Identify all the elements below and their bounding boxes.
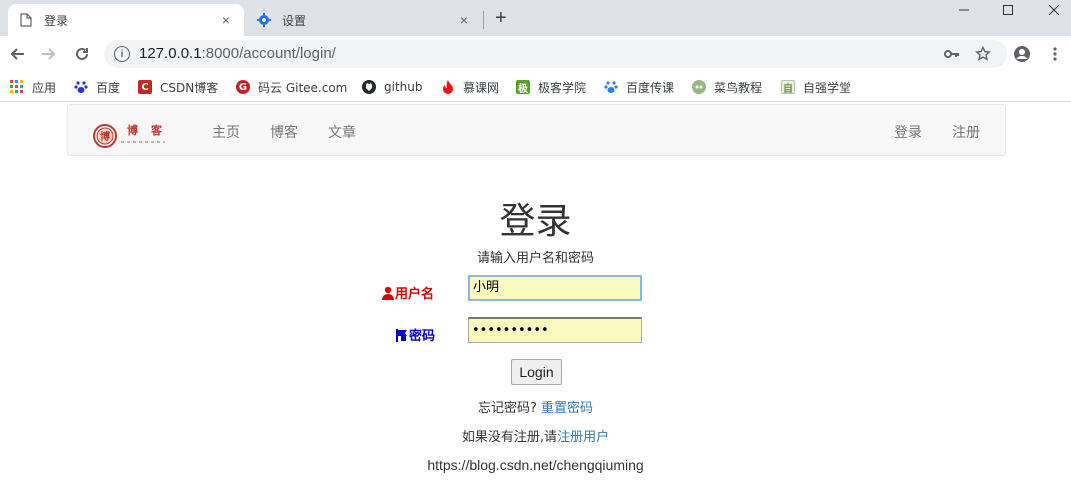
gitee-icon: G — [236, 80, 250, 94]
user-icon — [382, 286, 394, 300]
close-window-button[interactable] — [1031, 0, 1071, 20]
bookmark-imooc[interactable]: 慕课网 — [441, 78, 499, 96]
tab-settings[interactable]: 设置 × — [246, 4, 482, 36]
reload-button[interactable] — [71, 43, 93, 65]
bookmark-label: github — [384, 80, 423, 94]
jikexueyuan-icon: 极 — [516, 80, 530, 95]
apps-icon — [10, 80, 24, 94]
profile-avatar-icon[interactable] — [1012, 44, 1032, 64]
ziqiang-icon: 自 — [781, 80, 795, 95]
nav-article[interactable]: 文章 — [328, 122, 356, 142]
nav-login[interactable]: 登录 — [894, 122, 922, 142]
back-arrow-icon — [10, 48, 24, 60]
bookmark-github[interactable]: github — [362, 78, 422, 96]
minimize-button[interactable] — [941, 0, 987, 20]
source-url-note: https://blog.csdn.net/chengqiuming — [427, 457, 644, 473]
brand-logo[interactable]: 博 博 客 — [93, 120, 168, 152]
svg-text:客: 客 — [150, 123, 163, 137]
gear-icon — [256, 12, 272, 28]
forgot-text: 忘记密码? — [477, 401, 537, 416]
password-label: 密码 — [395, 325, 435, 344]
svg-text:博: 博 — [100, 130, 110, 143]
password-flag-icon — [396, 328, 407, 342]
star-bookmark-icon[interactable] — [973, 44, 993, 64]
key-icon[interactable] — [942, 44, 962, 64]
nav-blog[interactable]: 博客 — [270, 122, 298, 142]
register-line: 如果没有注册,请注册用户 — [0, 426, 1071, 445]
login-button[interactable]: Login — [511, 359, 562, 385]
bookmark-label: 百度 — [96, 80, 121, 95]
bookmark-baidu[interactable]: 百度 — [74, 78, 120, 96]
reset-password-link[interactable]: 重置密码 — [541, 401, 593, 416]
flame-icon — [441, 80, 455, 94]
info-icon[interactable]: i — [114, 46, 130, 62]
back-button[interactable] — [6, 43, 28, 65]
nav-home[interactable]: 主页 — [212, 122, 240, 142]
bookmark-apps[interactable]: 应用 — [10, 78, 56, 96]
url-text[interactable]: 127.0.0.1:8000/account/login/ — [139, 45, 336, 62]
tab-title: 登录 — [44, 13, 69, 28]
baidu-paw-icon — [604, 80, 618, 94]
tab-title: 设置 — [282, 13, 307, 28]
login-subtitle: 请输入用户名和密码 — [476, 251, 594, 266]
register-user-link[interactable]: 注册用户 — [557, 430, 609, 445]
bookmark-label: 应用 — [32, 80, 57, 95]
bookmark-jikexueyuan[interactable]: 极 极客学院 — [516, 78, 586, 96]
bookmark-gitee[interactable]: G 码云 Gitee.com — [236, 78, 347, 96]
password-label-text: 密码 — [409, 329, 436, 344]
bookmark-label: 自强学堂 — [803, 80, 852, 95]
maximize-button[interactable] — [985, 0, 1031, 20]
password-input[interactable]: •••••••••• — [468, 317, 642, 343]
bookmark-csdn[interactable]: C CSDN博客 — [138, 78, 218, 96]
username-input[interactable]: 小明 — [468, 275, 642, 301]
page-icon — [18, 12, 34, 28]
forgot-password-line: 忘记密码? 重置密码 — [0, 397, 1071, 416]
github-icon — [362, 80, 376, 94]
bookmark-ziqiang[interactable]: 自 自强学堂 — [781, 78, 851, 96]
close-tab-icon[interactable]: × — [218, 12, 234, 28]
bookmark-label: 极客学院 — [538, 80, 587, 95]
nav-register[interactable]: 注册 — [952, 122, 980, 142]
register-text: 如果没有注册,请 — [461, 430, 558, 445]
new-tab-button[interactable]: + — [495, 7, 507, 30]
forward-arrow-icon — [42, 48, 56, 60]
reload-icon — [76, 47, 88, 60]
bookmark-label: 百度传课 — [626, 80, 675, 95]
bookmark-label: 菜鸟教程 — [714, 80, 763, 95]
tab-separator — [483, 11, 484, 29]
page-title: 登录 — [499, 201, 572, 242]
close-tab-icon[interactable]: × — [456, 12, 472, 28]
forward-button[interactable] — [38, 43, 60, 65]
csdn-icon: C — [138, 80, 152, 94]
menu-kebab-icon[interactable] — [1045, 44, 1065, 64]
bookmark-runoob[interactable]: 菜鸟教程 — [692, 78, 762, 96]
username-label-text: 用户名 — [395, 287, 435, 302]
site-navbar — [67, 104, 1006, 156]
runoob-icon — [692, 80, 706, 94]
bookmark-label: CSDN博客 — [160, 80, 219, 95]
bookmark-label: 慕课网 — [463, 80, 500, 95]
username-label: 用户名 — [381, 283, 434, 302]
baidu-paw-icon — [74, 80, 88, 94]
svg-text:博: 博 — [127, 123, 138, 137]
bookmark-label: 码云 Gitee.com — [258, 80, 348, 95]
bookmark-baidu-chuanke[interactable]: 百度传课 — [604, 78, 674, 96]
tab-login[interactable]: 登录 × — [8, 4, 244, 36]
blog-seal-icon: 博 博 客 — [93, 123, 165, 148]
